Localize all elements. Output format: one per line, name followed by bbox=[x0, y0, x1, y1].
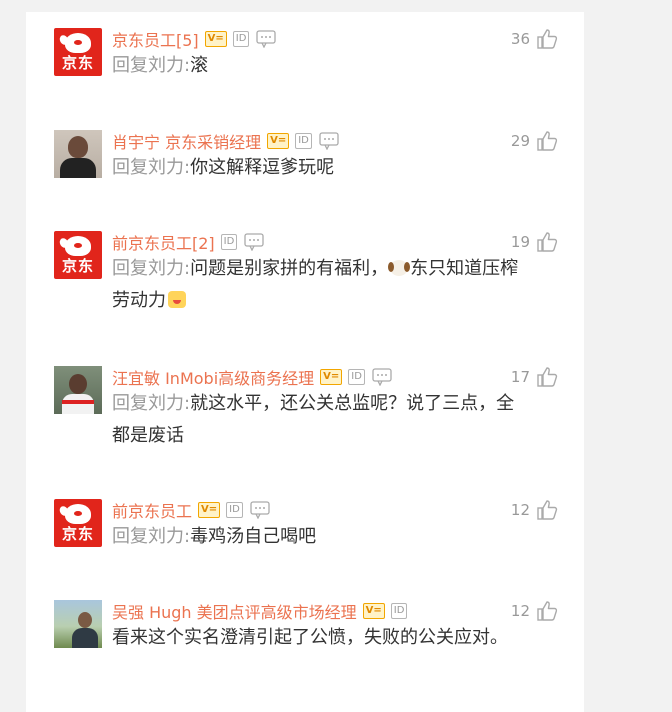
reply-prefix[interactable]: 回复刘力: bbox=[112, 258, 190, 279]
avatar-head bbox=[68, 136, 88, 158]
comment-body: 滚 bbox=[190, 55, 209, 76]
thumbs-up-icon bbox=[537, 232, 558, 252]
thumbs-up-icon bbox=[537, 367, 558, 387]
reply-prefix[interactable]: 回复刘力: bbox=[112, 393, 190, 414]
username[interactable]: 前京东员工 bbox=[112, 498, 192, 522]
dog-emoji-icon bbox=[388, 260, 411, 276]
username[interactable]: 肖宇宁 京东采销经理 bbox=[112, 129, 261, 153]
avatar-body bbox=[60, 158, 96, 178]
username[interactable]: 前京东员工[2] bbox=[112, 230, 215, 254]
comment-text: 回复刘力:问题是别家拼的有福利， 东只知道压榨劳动力 bbox=[112, 253, 532, 317]
avatar[interactable]: 京东 bbox=[54, 231, 102, 279]
comment-text: 回复刘力:毒鸡汤自己喝吧 bbox=[112, 521, 532, 553]
avatar-head bbox=[78, 612, 92, 628]
comment-body: 问题是别家拼的有福利， bbox=[190, 258, 389, 279]
comment-text: 回复刘力:你这解释逗爹玩呢 bbox=[112, 152, 532, 184]
id-badge-icon: ID bbox=[348, 369, 365, 385]
face-emoji-icon bbox=[168, 291, 186, 308]
like-button[interactable]: 36 bbox=[511, 28, 558, 50]
jd-dog-logo-icon bbox=[65, 236, 91, 256]
thumbs-up-icon bbox=[537, 131, 558, 151]
like-count: 36 bbox=[510, 30, 530, 48]
message-icon[interactable] bbox=[318, 132, 340, 150]
message-icon[interactable] bbox=[371, 368, 393, 386]
id-badge-icon: ID bbox=[295, 133, 312, 149]
comment-body: 看来这个实名澄清引起了公愤，失败的公关应对。 bbox=[112, 627, 508, 648]
vip-badge-icon: V= bbox=[204, 31, 227, 47]
vip-badge-icon: V= bbox=[198, 502, 221, 518]
message-icon[interactable] bbox=[243, 233, 265, 251]
reply-prefix[interactable]: 回复刘力: bbox=[112, 157, 190, 178]
message-icon[interactable] bbox=[249, 501, 271, 519]
id-badge-icon: ID bbox=[220, 234, 238, 250]
comment-body: 毒鸡汤自己喝吧 bbox=[190, 526, 317, 547]
thumbs-up-icon bbox=[537, 29, 558, 49]
id-badge-icon: ID bbox=[226, 502, 243, 518]
jd-dog-logo-icon bbox=[65, 33, 91, 53]
avatar-head bbox=[69, 374, 87, 394]
vip-badge-icon: V= bbox=[320, 369, 343, 385]
like-count: 19 bbox=[510, 233, 530, 251]
avatar-brand-text: 京东 bbox=[61, 257, 94, 275]
like-count: 29 bbox=[510, 132, 530, 150]
vip-badge-icon: V= bbox=[362, 603, 385, 619]
username[interactable]: 汪宜敏 InMobi高级商务经理 bbox=[112, 365, 314, 389]
like-button[interactable]: 19 bbox=[511, 231, 558, 253]
avatar[interactable] bbox=[54, 130, 102, 178]
thumbs-up-icon bbox=[537, 500, 558, 520]
avatar[interactable]: 京东 bbox=[54, 28, 102, 76]
like-button[interactable]: 17 bbox=[511, 366, 558, 388]
id-badge-icon: ID bbox=[232, 31, 250, 47]
comment-text: 回复刘力:滚 bbox=[112, 50, 532, 82]
avatar[interactable] bbox=[54, 600, 102, 648]
avatar-body bbox=[62, 394, 94, 414]
jd-dog-logo-icon bbox=[65, 504, 91, 524]
id-badge-icon: ID bbox=[390, 603, 408, 619]
message-icon[interactable] bbox=[255, 30, 277, 48]
like-button[interactable]: 12 bbox=[511, 499, 558, 521]
like-count: 17 bbox=[510, 368, 530, 386]
like-button[interactable]: 12 bbox=[511, 600, 558, 622]
thumbs-up-icon bbox=[537, 601, 558, 621]
username[interactable]: 京东员工[5] bbox=[112, 27, 199, 51]
avatar-brand-text: 京东 bbox=[61, 525, 94, 543]
vip-badge-icon: V= bbox=[267, 133, 290, 149]
comment-body: 你这解释逗爹玩呢 bbox=[190, 157, 335, 178]
comment-text: 看来这个实名澄清引起了公愤，失败的公关应对。 bbox=[112, 622, 532, 654]
like-button[interactable]: 29 bbox=[511, 130, 558, 152]
avatar-body bbox=[72, 628, 98, 648]
avatar[interactable]: 京东 bbox=[54, 499, 102, 547]
reply-prefix[interactable]: 回复刘力: bbox=[112, 526, 190, 547]
avatar-brand-text: 京东 bbox=[61, 54, 94, 72]
reply-prefix[interactable]: 回复刘力: bbox=[112, 55, 190, 76]
avatar-stripe bbox=[62, 400, 94, 404]
like-count: 12 bbox=[510, 501, 530, 519]
comment-text: 回复刘力:就这水平，还公关总监呢？说了三点，全都是废话 bbox=[112, 388, 532, 452]
avatar[interactable] bbox=[54, 366, 102, 414]
username[interactable]: 吴强 Hugh 美团点评高级市场经理 bbox=[112, 599, 357, 623]
like-count: 12 bbox=[510, 602, 530, 620]
comment-list: 京东 京东员工[5] V= ID 36 回复刘力:滚 肖宇宁 京东采销经理 V=… bbox=[26, 12, 584, 712]
